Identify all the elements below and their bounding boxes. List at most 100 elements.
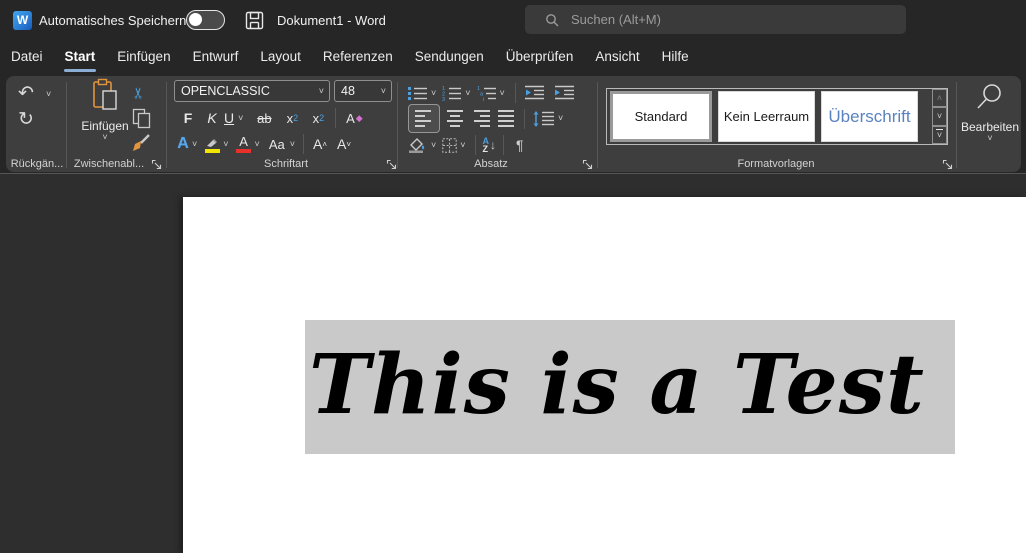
underline-chevron[interactable]: ˅	[238, 114, 243, 123]
sort-button[interactable]: AZ ↓	[483, 137, 497, 153]
cut-icon[interactable]: ✂	[129, 87, 147, 100]
style-kein-leerraum[interactable]: Kein Leerraum	[718, 91, 815, 142]
styles-group-label: Formatvorlagen	[606, 158, 946, 170]
shrink-font-button[interactable]: A˅	[332, 136, 356, 152]
styles-dialog-launcher-icon[interactable]	[942, 157, 954, 169]
line-spacing-chevron[interactable]: ˅	[558, 114, 563, 123]
tab-hilfe[interactable]: Hilfe	[651, 41, 700, 74]
copy-icon[interactable]	[132, 108, 151, 134]
bullet-list-chevron[interactable]: ˅	[431, 89, 436, 98]
tab-einfuegen[interactable]: Einfügen	[106, 41, 181, 74]
clear-formatting-a: A	[346, 111, 355, 126]
font-color-button[interactable]: A	[235, 135, 253, 153]
gallery-more-button[interactable]: ˅	[932, 126, 947, 144]
tab-ansicht[interactable]: Ansicht	[584, 41, 650, 74]
document-text[interactable]: This is a Test	[309, 320, 959, 454]
align-center-button[interactable]	[446, 108, 464, 129]
clear-formatting-eraser-icon: ◆	[356, 113, 363, 124]
document-title: Dokument1 - Word	[277, 0, 386, 41]
autosave-label: Automatisches Speichern	[39, 0, 186, 41]
multilevel-list-button[interactable]: 1ai	[477, 85, 497, 101]
font-size-combobox[interactable]: 48 ˅	[334, 80, 392, 102]
search-icon	[545, 13, 559, 27]
search-box[interactable]	[525, 5, 906, 34]
line-spacing-button[interactable]	[533, 111, 555, 127]
paste-button[interactable]: Einfügen ˅	[74, 78, 136, 150]
shrink-caret: ˅	[346, 140, 351, 149]
style-standard[interactable]: Standard	[610, 91, 712, 142]
undo-dropdown-chevron[interactable]: ˅	[46, 90, 51, 99]
active-tab-underline	[64, 69, 97, 72]
change-case-chevron[interactable]: ˅	[290, 140, 295, 149]
bold-button[interactable]: F	[176, 110, 200, 126]
divider	[475, 135, 476, 155]
superscript-button[interactable]: x2	[305, 111, 331, 126]
document-page[interactable]: This is a Test	[183, 197, 1026, 553]
redo-icon[interactable]: ↻	[18, 108, 34, 131]
chevron-up-icon: ˄	[937, 94, 942, 103]
shading-button[interactable]	[408, 137, 428, 154]
highlight-color-button[interactable]	[203, 136, 221, 153]
borders-chevron[interactable]: ˅	[460, 141, 465, 150]
numbered-list-chevron[interactable]: ˅	[465, 89, 470, 98]
font-name-combobox[interactable]: OPENCLASSIC ˅	[174, 80, 330, 102]
text-effects-button[interactable]: A	[174, 135, 192, 153]
tab-sendungen[interactable]: Sendungen	[404, 41, 495, 74]
tab-datei[interactable]: Datei	[0, 41, 54, 74]
increase-indent-button[interactable]	[555, 85, 575, 101]
tab-referenzen[interactable]: Referenzen	[312, 41, 404, 74]
text-effects-chevron[interactable]: ˅	[192, 140, 197, 149]
styles-gallery: Standard Kein Leerraum Überschrift ˄ ˅ ˅	[606, 88, 948, 145]
underline-button[interactable]: U	[224, 110, 234, 126]
tab-ueberpruefen[interactable]: Überprüfen	[495, 41, 585, 74]
subscript-2: 2	[293, 113, 298, 123]
bullet-list-button[interactable]	[408, 85, 428, 101]
gallery-scroll-down-button[interactable]: ˅	[932, 107, 947, 125]
autosave-toggle[interactable]	[186, 10, 225, 30]
tab-layout[interactable]: Layout	[249, 41, 312, 74]
gallery-scroll-up-button[interactable]: ˄	[932, 89, 947, 107]
strikethrough-button[interactable]: ab	[249, 111, 279, 126]
style-ueberschrift[interactable]: Überschrift	[821, 91, 918, 142]
show-paragraph-marks-button[interactable]: ¶	[516, 137, 524, 153]
align-left-button[interactable]	[408, 104, 440, 133]
editing-button[interactable]: Bearbeiten ˅	[960, 82, 1020, 152]
editing-label: Bearbeiten	[960, 120, 1020, 134]
grow-font-button[interactable]: A˄	[308, 136, 332, 152]
numbered-list-button[interactable]: 123	[442, 85, 462, 101]
document-canvas: This is a Test	[0, 173, 1026, 553]
change-case-button[interactable]: Aa	[266, 137, 288, 152]
svg-text:3: 3	[442, 97, 445, 101]
text-selection-highlight[interactable]: This is a Test	[305, 320, 955, 454]
editing-chevron: ˅	[960, 134, 1020, 143]
highlight-chevron[interactable]: ˅	[223, 140, 228, 149]
clipboard-dialog-launcher-icon[interactable]	[151, 157, 163, 169]
borders-button[interactable]	[442, 138, 457, 153]
clear-formatting-button[interactable]: A◆	[340, 111, 368, 126]
decrease-indent-button[interactable]	[525, 85, 545, 101]
highlighter-icon	[204, 136, 220, 148]
format-painter-icon[interactable]	[131, 133, 151, 158]
undo-icon[interactable]: ↶	[18, 82, 34, 105]
font-color-chevron[interactable]: ˅	[255, 140, 260, 149]
align-right-button[interactable]	[472, 108, 490, 129]
justify-button[interactable]	[498, 108, 516, 129]
word-app-icon[interactable]: W	[13, 11, 32, 30]
highlight-color-bar	[205, 149, 220, 153]
italic-button[interactable]: K	[200, 110, 224, 126]
paste-dropdown-chevron[interactable]: ˅	[74, 133, 136, 142]
chevron-down-icon: ˅	[937, 131, 942, 140]
save-icon[interactable]	[245, 11, 264, 30]
paste-label: Einfügen	[74, 119, 136, 133]
subscript-button[interactable]: x2	[279, 111, 305, 126]
multilevel-list-chevron[interactable]: ˅	[500, 89, 505, 98]
paragraph-dialog-launcher-icon[interactable]	[582, 157, 594, 169]
undo-group-label: Rückgän...	[8, 158, 66, 170]
font-color-bar	[236, 149, 251, 153]
shading-chevron[interactable]: ˅	[431, 141, 436, 150]
divider	[335, 108, 336, 128]
search-input[interactable]	[571, 12, 871, 27]
tab-start[interactable]: Start	[54, 41, 107, 74]
group-separator	[397, 82, 398, 168]
tab-entwurf[interactable]: Entwurf	[182, 41, 250, 74]
